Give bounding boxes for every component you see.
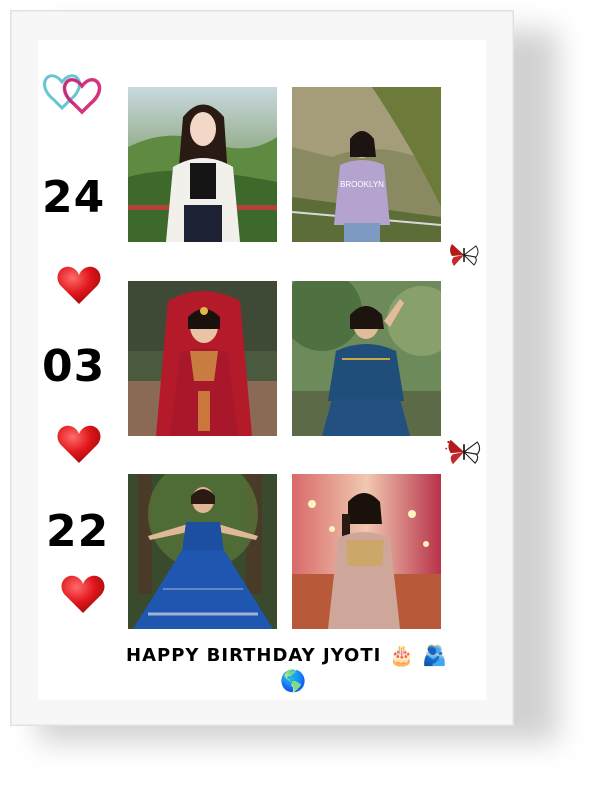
photo-2: BROOKLYN — [292, 87, 441, 242]
hug-icon: 🫂 — [422, 643, 448, 667]
butterfly-icon — [450, 244, 479, 266]
double-heart-icon — [43, 74, 102, 115]
photo-3 — [128, 281, 277, 436]
greeting-text: HAPPY BIRTHDAY JYOTI — [126, 644, 382, 666]
photo-4 — [292, 281, 441, 436]
butterfly-icon — [445, 439, 481, 465]
svg-text:BROOKLYN: BROOKLYN — [340, 180, 384, 189]
red-heart-icon — [61, 575, 105, 613]
date-day: 24 — [42, 172, 106, 223]
photo-6 — [292, 474, 441, 629]
cake-icon: 🎂 — [389, 643, 415, 667]
red-heart-icon — [57, 266, 101, 304]
photo-1 — [128, 87, 277, 242]
date-month: 03 — [42, 341, 106, 392]
date-year: 22 — [46, 506, 110, 557]
red-heart-icon — [57, 425, 101, 463]
photo-5 — [128, 474, 277, 629]
birthday-greeting: HAPPY BIRTHDAY JYOTI 🎂 🫂 — [126, 642, 447, 668]
globe-icon: 🌎 — [280, 669, 307, 693]
